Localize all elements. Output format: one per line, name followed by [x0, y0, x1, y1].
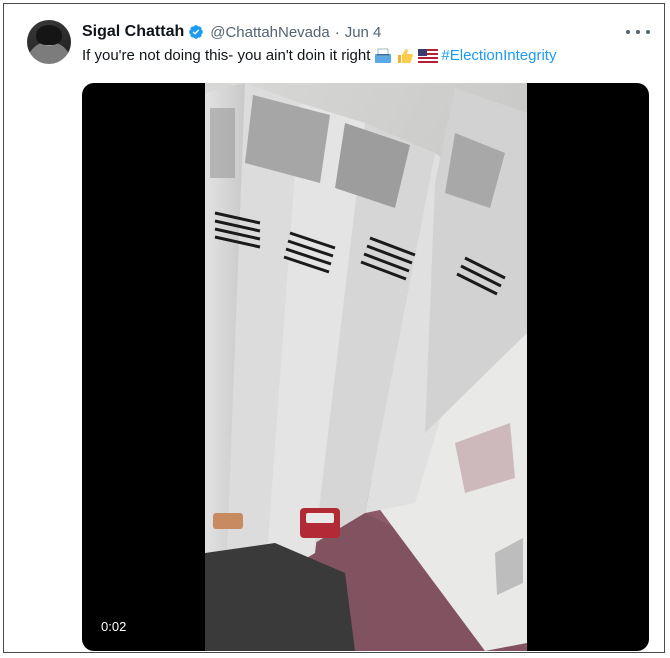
hashtag-link[interactable]: #ElectionIntegrity: [441, 47, 556, 64]
us-flag-icon: [418, 48, 439, 63]
video-player[interactable]: 0:02: [82, 83, 649, 651]
tweet-date[interactable]: Jun 4: [345, 24, 382, 41]
verified-badge-icon: [188, 24, 204, 40]
avatar[interactable]: [27, 20, 71, 64]
video-frame[interactable]: [205, 83, 527, 651]
ballot-box-icon: [374, 48, 392, 64]
video-timestamp: 0:02: [98, 618, 130, 635]
tweet-text: If you're not doing this- you ain't doin…: [82, 47, 556, 64]
thumbs-up-icon: [396, 48, 414, 64]
tweet-header: Sigal Chattah @ChattahNevada · Jun 4: [82, 21, 381, 43]
separator-dot: ·: [334, 23, 340, 41]
tweet-body: If you're not doing this- you ain't doin…: [82, 47, 371, 64]
avatar-hair: [36, 25, 62, 45]
author-name[interactable]: Sigal Chattah: [82, 23, 184, 41]
tweet-card: Sigal Chattah @ChattahNevada · Jun 4 If …: [3, 3, 665, 653]
author-handle[interactable]: @ChattahNevada: [210, 24, 329, 41]
more-horizontal-icon[interactable]: [626, 26, 650, 38]
